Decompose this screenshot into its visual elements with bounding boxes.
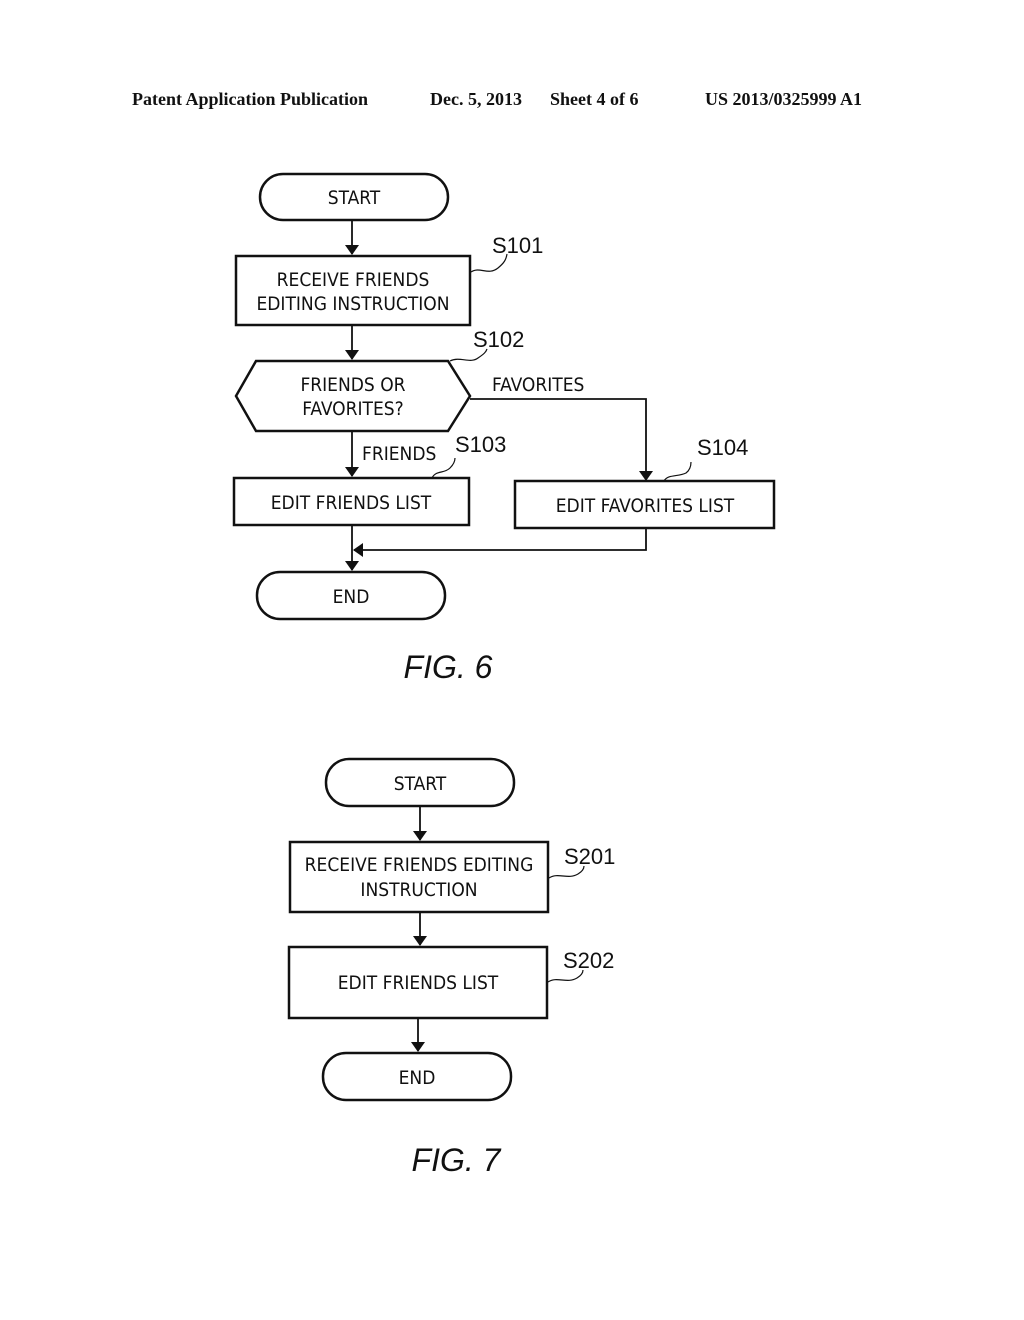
fig6-start-label: START xyxy=(328,187,381,209)
s104-ref: S104 xyxy=(697,435,748,460)
fig7-caption: FIG. 7 xyxy=(412,1142,502,1178)
fig7-end-terminal: END xyxy=(321,1051,513,1102)
s102-ref: S102 xyxy=(473,327,524,352)
s202-ref: S202 xyxy=(563,948,614,973)
fig7-start-terminal: START xyxy=(324,757,516,808)
s201-line1: RECEIVE FRIENDS EDITING xyxy=(305,854,534,876)
flowchart-canvas: START RECEIVE FRIENDS EDITING INSTRUCTIO… xyxy=(232,172,776,1178)
fig7-step-s201: RECEIVE FRIENDS EDITING INSTRUCTION S201 xyxy=(288,840,615,914)
fig6-step-s101: RECEIVE FRIENDS EDITING INSTRUCTION S101 xyxy=(234,233,543,327)
fig6-arrow-s104-merge xyxy=(353,529,647,557)
s102-line1: FRIENDS OR xyxy=(300,374,405,396)
fig6-friends-branch-label: FRIENDS xyxy=(362,443,436,465)
s201-ref: S201 xyxy=(564,844,615,869)
s101-line1: RECEIVE FRIENDS xyxy=(277,269,430,291)
fig7-start-label: START xyxy=(394,773,447,795)
fig6-diagram: START RECEIVE FRIENDS EDITING INSTRUCTIO… xyxy=(232,172,776,685)
fig6-decision-s102: FRIENDS OR FAVORITES? S102 xyxy=(234,327,524,433)
fig7-diagram: START RECEIVE FRIENDS EDITING INSTRUCTIO… xyxy=(287,757,615,1178)
fig6-caption: FIG. 6 xyxy=(404,649,493,685)
fig6-start-terminal: START xyxy=(258,172,450,222)
fig6-end-terminal: END xyxy=(255,570,447,621)
fig7-end-label: END xyxy=(399,1067,436,1089)
s103-ref: S103 xyxy=(455,432,506,457)
fig6-step-s104: EDIT FAVORITES LIST S104 xyxy=(513,435,776,530)
s201-line2: INSTRUCTION xyxy=(360,879,477,901)
fig7-step-s202: EDIT FRIENDS LIST S202 xyxy=(287,945,614,1020)
fig6-favorites-branch-label: FAVORITES xyxy=(492,374,584,396)
s101-ref: S101 xyxy=(492,233,543,258)
s101-line2: EDITING INSTRUCTION xyxy=(256,293,449,315)
s104-leader-line xyxy=(663,461,692,482)
s102-line2: FAVORITES? xyxy=(302,398,403,420)
s104-text: EDIT FAVORITES LIST xyxy=(556,495,735,517)
s103-text: EDIT FRIENDS LIST xyxy=(271,492,432,514)
fig6-end-label: END xyxy=(333,586,370,608)
s202-text: EDIT FRIENDS LIST xyxy=(338,972,499,994)
